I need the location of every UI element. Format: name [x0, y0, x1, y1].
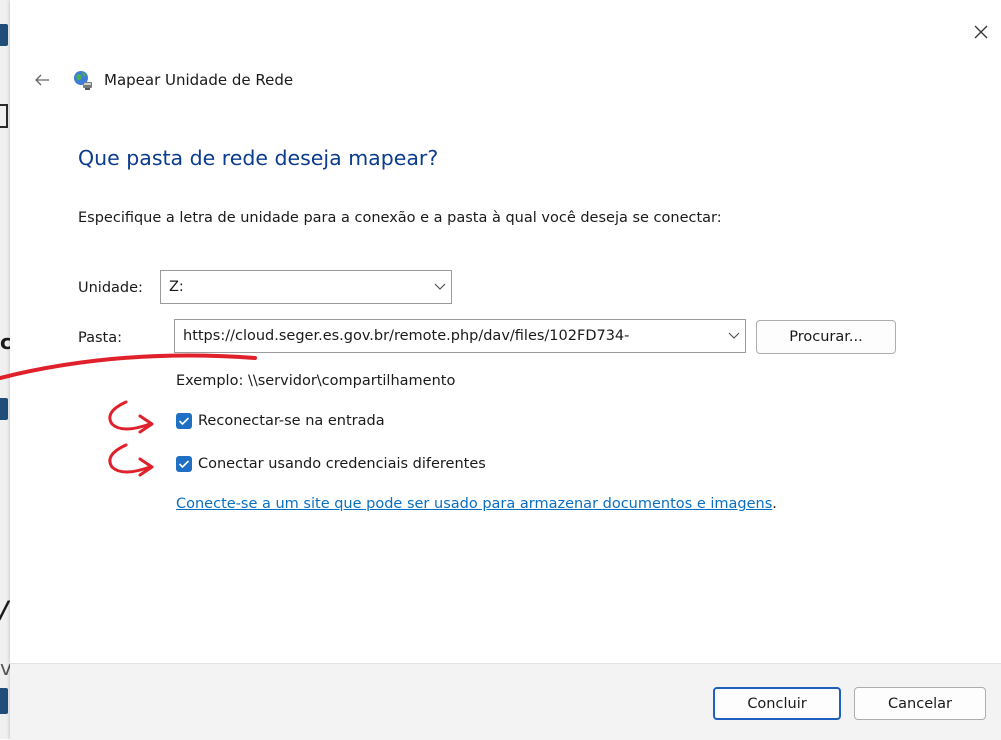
- drive-value: Z:: [169, 279, 184, 295]
- reconnect-label: Reconectar-se na entrada: [198, 413, 385, 429]
- back-arrow-icon: [35, 74, 49, 86]
- link-suffix: .: [772, 496, 777, 512]
- credentials-checkbox[interactable]: [176, 456, 192, 472]
- storage-site-link[interactable]: Conecte-se a um site que pode ser usado …: [176, 496, 772, 512]
- network-drive-icon: [72, 69, 94, 91]
- checkmark-icon: [178, 417, 190, 426]
- credentials-checkbox-row[interactable]: Conectar usando credenciais diferentes: [176, 456, 486, 472]
- chevron-down-icon: [429, 283, 451, 291]
- reconnect-checkbox[interactable]: [176, 413, 192, 429]
- browse-button[interactable]: Procurar...: [756, 320, 896, 354]
- dialog-title: Mapear Unidade de Rede: [104, 71, 294, 89]
- credentials-label: Conectar usando credenciais diferentes: [198, 456, 486, 472]
- folder-value: https://cloud.seger.es.gov.br/remote.php…: [183, 328, 630, 344]
- background-blue-mark: [0, 24, 8, 46]
- background-box: [0, 104, 8, 128]
- dialog-header: Mapear Unidade de Rede: [30, 66, 293, 94]
- background-blue-mark: [0, 398, 8, 420]
- drive-label: Unidade:: [78, 280, 143, 296]
- dialog-footer: Concluir Cancelar: [10, 663, 1001, 740]
- example-text: Exemplo: \\servidor\compartilhamento: [176, 373, 456, 389]
- cancel-button[interactable]: Cancelar: [854, 687, 986, 720]
- close-icon: [974, 25, 988, 39]
- background-blue-mark: [0, 688, 8, 714]
- reconnect-checkbox-row[interactable]: Reconectar-se na entrada: [176, 413, 385, 429]
- finish-button[interactable]: Concluir: [713, 687, 841, 720]
- background-text-fragment: /: [0, 596, 9, 624]
- instruction-text: Especifique a letra de unidade para a co…: [78, 210, 722, 226]
- chevron-down-icon: [723, 332, 745, 340]
- storage-site-link-row: Conecte-se a um site que pode ser usado …: [176, 496, 777, 512]
- folder-label: Pasta:: [78, 330, 122, 346]
- checkmark-icon: [178, 460, 190, 469]
- drive-select[interactable]: Z:: [160, 270, 452, 304]
- page-heading: Que pasta de rede deseja mapear?: [78, 146, 439, 170]
- folder-combobox[interactable]: https://cloud.seger.es.gov.br/remote.php…: [174, 319, 746, 353]
- close-button[interactable]: [963, 14, 999, 50]
- back-button[interactable]: [30, 68, 54, 92]
- map-network-drive-dialog: Mapear Unidade de Rede Que pasta de rede…: [10, 0, 1001, 740]
